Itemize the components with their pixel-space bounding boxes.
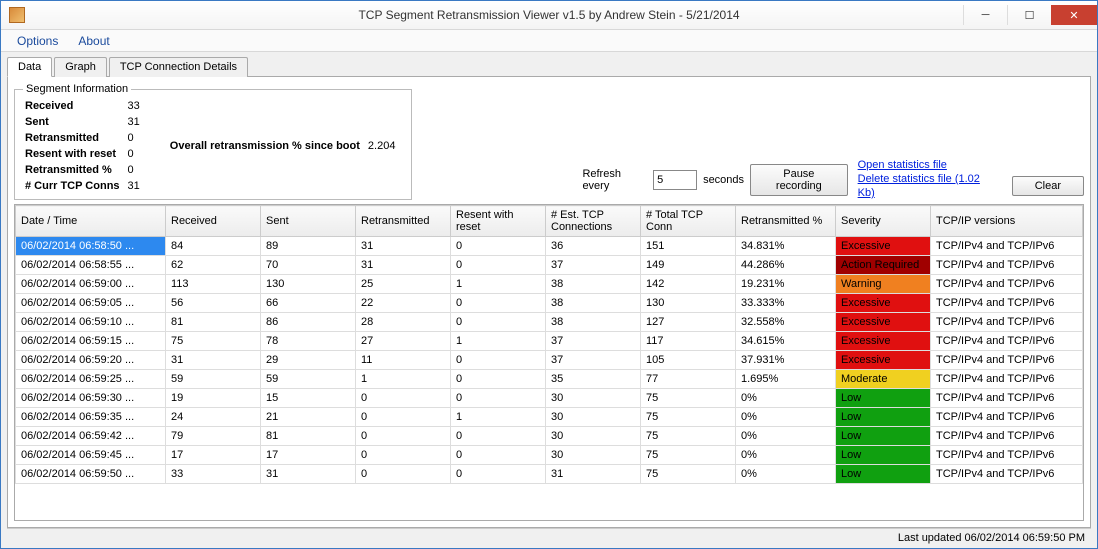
pause-recording-button[interactable]: Pause recording bbox=[750, 164, 848, 196]
segment-info-legend: Segment Information bbox=[23, 83, 131, 95]
table-row[interactable]: 06/02/2014 06:59:05 ...56662203813033.33… bbox=[16, 294, 1083, 313]
open-stats-link[interactable]: Open statistics file bbox=[858, 158, 996, 172]
severity-cell: Excessive bbox=[836, 294, 931, 313]
table-row[interactable]: 06/02/2014 06:59:45 ...17170030750%LowTC… bbox=[16, 446, 1083, 465]
app-icon bbox=[9, 7, 25, 23]
seg-resent-val: 0 bbox=[128, 147, 146, 161]
severity-cell: Low bbox=[836, 389, 931, 408]
severity-cell: Moderate bbox=[836, 370, 931, 389]
tab-strip: Data Graph TCP Connection Details bbox=[7, 57, 1091, 77]
col-severity[interactable]: Severity bbox=[836, 206, 931, 237]
table-row[interactable]: 06/02/2014 06:59:50 ...33310031750%LowTC… bbox=[16, 465, 1083, 484]
col-estconn[interactable]: # Est. TCP Connections bbox=[546, 206, 641, 237]
top-row: Segment Information Received33 Sent31 Re… bbox=[14, 83, 1084, 200]
refresh-label-1: Refresh every bbox=[582, 168, 647, 192]
table-row[interactable]: 06/02/2014 06:59:35 ...24210130750%LowTC… bbox=[16, 408, 1083, 427]
menu-about[interactable]: About bbox=[70, 32, 117, 50]
window-title: TCP Segment Retransmission Viewer v1.5 b… bbox=[1, 8, 1097, 22]
refresh-seconds-input[interactable] bbox=[653, 170, 697, 190]
table-row[interactable]: 06/02/2014 06:59:10 ...81862803812732.55… bbox=[16, 313, 1083, 332]
table-row[interactable]: 06/02/2014 06:59:00 ...1131302513814219.… bbox=[16, 275, 1083, 294]
close-button[interactable]: ✕ bbox=[1051, 5, 1097, 25]
status-bar: Last updated 06/02/2014 06:59:50 PM bbox=[7, 528, 1091, 546]
clear-button[interactable]: Clear bbox=[1012, 176, 1084, 196]
seg-received-lbl: Received bbox=[25, 99, 126, 113]
table-row[interactable]: 06/02/2014 06:59:20 ...31291103710537.93… bbox=[16, 351, 1083, 370]
col-datetime[interactable]: Date / Time bbox=[16, 206, 166, 237]
tab-graph[interactable]: Graph bbox=[54, 57, 107, 77]
data-grid[interactable]: Date / Time Received Sent Retransmitted … bbox=[14, 204, 1084, 521]
col-sent[interactable]: Sent bbox=[261, 206, 356, 237]
table-row[interactable]: 06/02/2014 06:58:50 ...84893103615134.83… bbox=[16, 237, 1083, 256]
seg-sent-val: 31 bbox=[128, 115, 146, 129]
tab-panel-data: Segment Information Received33 Sent31 Re… bbox=[7, 76, 1091, 528]
severity-cell: Low bbox=[836, 427, 931, 446]
table-row[interactable]: 06/02/2014 06:58:55 ...62703103714944.28… bbox=[16, 256, 1083, 275]
seg-resent-lbl: Resent with reset bbox=[25, 147, 126, 161]
severity-cell: Excessive bbox=[836, 332, 931, 351]
table-row[interactable]: 06/02/2014 06:59:30 ...19150030750%LowTC… bbox=[16, 389, 1083, 408]
menu-options[interactable]: Options bbox=[9, 32, 66, 50]
file-links: Open statistics file Delete statistics f… bbox=[858, 158, 1002, 200]
window-buttons: ─ ☐ ✕ bbox=[963, 5, 1097, 25]
col-versions[interactable]: TCP/IP versions bbox=[931, 206, 1083, 237]
seg-retranspct-val: 0 bbox=[128, 163, 146, 177]
table-row[interactable]: 06/02/2014 06:59:25 ...59591035771.695%M… bbox=[16, 370, 1083, 389]
delete-stats-link[interactable]: Delete statistics file (1.02 Kb) bbox=[858, 172, 996, 200]
severity-cell: Low bbox=[836, 408, 931, 427]
severity-cell: Warning bbox=[836, 275, 931, 294]
seg-curr-lbl: # Curr TCP Conns bbox=[25, 179, 126, 193]
tab-data[interactable]: Data bbox=[7, 57, 52, 77]
tab-details[interactable]: TCP Connection Details bbox=[109, 57, 248, 77]
severity-cell: Excessive bbox=[836, 237, 931, 256]
col-totconn[interactable]: # Total TCP Conn bbox=[641, 206, 736, 237]
table-row[interactable]: 06/02/2014 06:59:42 ...79810030750%LowTC… bbox=[16, 427, 1083, 446]
seg-overall-val: 2.204 bbox=[368, 99, 402, 193]
status-last-updated: Last updated 06/02/2014 06:59:50 PM bbox=[898, 532, 1085, 544]
severity-cell: Action Required bbox=[836, 256, 931, 275]
col-retrans[interactable]: Retransmitted bbox=[356, 206, 451, 237]
grid-header-row: Date / Time Received Sent Retransmitted … bbox=[16, 206, 1083, 237]
col-resent[interactable]: Resent with reset bbox=[451, 206, 546, 237]
severity-cell: Low bbox=[836, 446, 931, 465]
col-retranspct[interactable]: Retransmitted % bbox=[736, 206, 836, 237]
content-area: Data Graph TCP Connection Details Segmen… bbox=[1, 52, 1097, 548]
segment-info-group: Segment Information Received33 Sent31 Re… bbox=[14, 83, 412, 200]
minimize-button[interactable]: ─ bbox=[963, 5, 1007, 25]
menubar: Options About bbox=[1, 30, 1097, 52]
refresh-label-2: seconds bbox=[703, 174, 744, 186]
seg-sent-lbl: Sent bbox=[25, 115, 126, 129]
severity-cell: Low bbox=[836, 465, 931, 484]
seg-curr-val: 31 bbox=[128, 179, 146, 193]
col-received[interactable]: Received bbox=[166, 206, 261, 237]
titlebar: TCP Segment Retransmission Viewer v1.5 b… bbox=[1, 1, 1097, 30]
seg-retrans-val: 0 bbox=[128, 131, 146, 145]
seg-retranspct-lbl: Retransmitted % bbox=[25, 163, 126, 177]
seg-overall-lbl: Overall retransmission % since boot bbox=[170, 99, 366, 193]
seg-received-val: 33 bbox=[128, 99, 146, 113]
maximize-button[interactable]: ☐ bbox=[1007, 5, 1051, 25]
severity-cell: Excessive bbox=[836, 351, 931, 370]
refresh-controls: Refresh every seconds Pause recording bbox=[582, 164, 847, 200]
seg-retrans-lbl: Retransmitted bbox=[25, 131, 126, 145]
table-row[interactable]: 06/02/2014 06:59:15 ...75782713711734.61… bbox=[16, 332, 1083, 351]
severity-cell: Excessive bbox=[836, 313, 931, 332]
